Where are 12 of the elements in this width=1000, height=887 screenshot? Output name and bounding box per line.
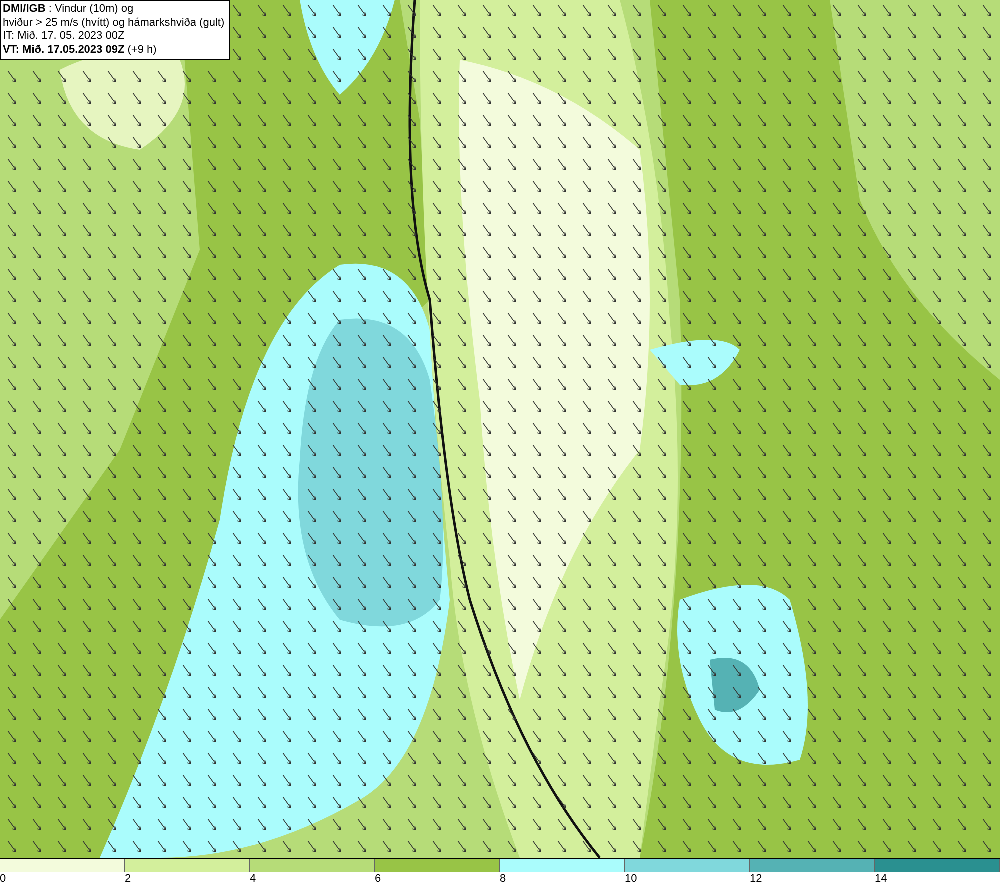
legend-label: 14 bbox=[875, 872, 888, 886]
legend-label: 2 bbox=[125, 872, 132, 886]
legend-label: 4 bbox=[250, 872, 256, 886]
title-line: VT: Mið. 17.05.2023 09Z (+9 h) bbox=[3, 44, 158, 57]
legend-label: 8 bbox=[500, 872, 506, 886]
legend-label: 12 bbox=[750, 872, 762, 886]
title-line: DMI/IGB : Vindur (10m) og bbox=[3, 3, 135, 16]
title-line: IT: Mið. 17. 05. 2023 00Z bbox=[3, 30, 126, 44]
legend-label: 6 bbox=[375, 872, 382, 886]
legend-label: 0 bbox=[0, 872, 6, 886]
legend-label: 10 bbox=[625, 872, 638, 886]
title-line: hviður > 25 m/s (hvítt) og hámarkshviða (gult) bbox=[3, 16, 225, 30]
